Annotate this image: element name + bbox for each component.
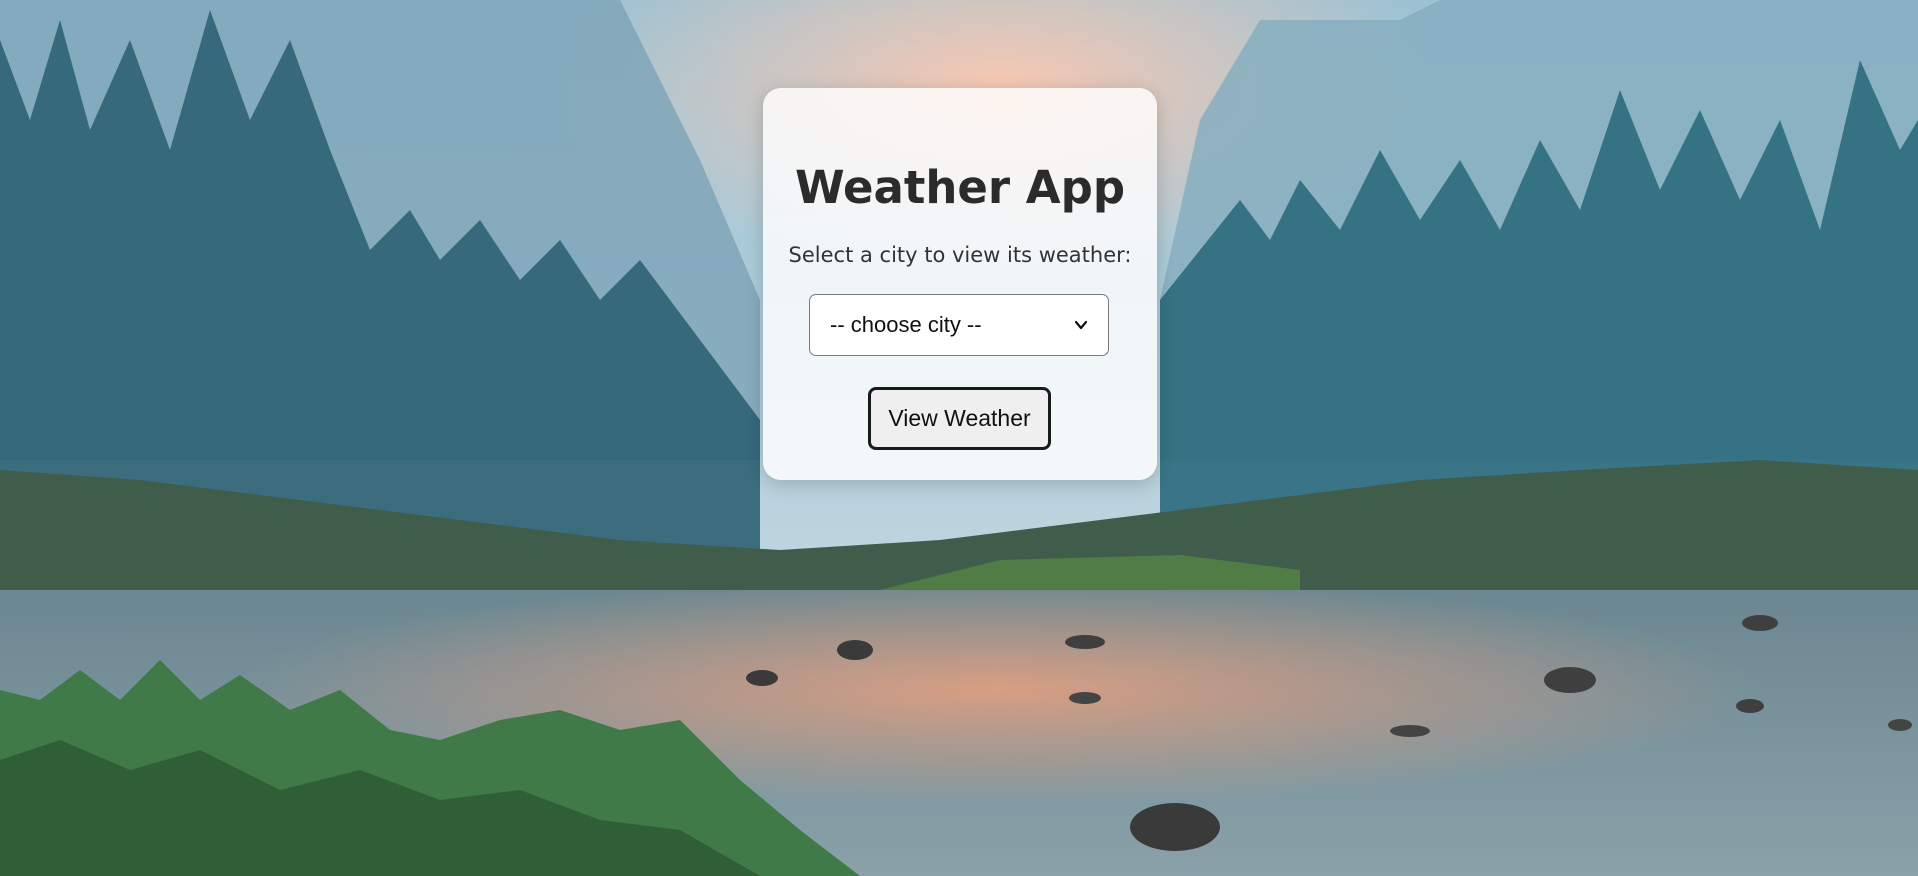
view-weather-button-label: View Weather <box>888 405 1031 431</box>
view-weather-button[interactable]: View Weather <box>868 387 1051 450</box>
weather-card: Weather App Select a city to view its we… <box>763 88 1157 480</box>
select-city-prompt: Select a city to view its weather: <box>788 243 1132 267</box>
chevron-down-icon <box>1074 320 1088 330</box>
city-select-value: -- choose city -- <box>830 312 982 337</box>
app-title: Weather App <box>794 161 1126 214</box>
city-select[interactable]: -- choose city -- <box>809 294 1109 356</box>
